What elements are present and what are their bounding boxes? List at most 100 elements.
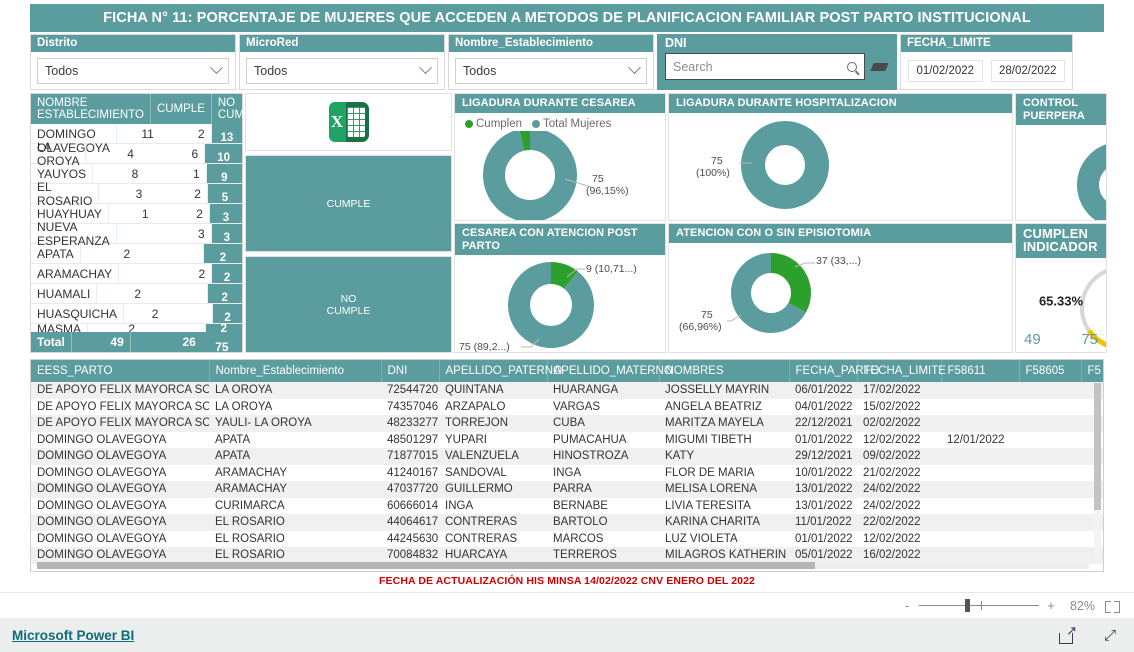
table-row[interactable]: DE APOYO FELIX MAYORCA SOTO YAULI- LA OR…	[31, 415, 1103, 432]
col-f5[interactable]: F5	[1081, 360, 1103, 382]
table-row[interactable]: DOMINGO OLAVEGOYA EL ROSARIO 44064617 CO…	[31, 514, 1103, 531]
date-from-input[interactable]: 01/02/2022	[908, 59, 983, 82]
col-nombres[interactable]: NOMBRES	[659, 360, 790, 382]
col-fecha-parto[interactable]: FECHA_PARTO	[789, 360, 879, 382]
visual-ligadura-hospitalizacion-body: 75 (100%)	[669, 113, 1012, 221]
col-dni[interactable]: DNI	[381, 360, 440, 382]
matrix-col-nombre[interactable]: NOMBRE ESTABLECIMIENTO	[31, 94, 150, 124]
cell-cumple: 2	[88, 324, 141, 332]
table-row[interactable]: DOMINGO OLAVEGOYA APATA 71877015 VALENZU…	[31, 448, 1103, 465]
dni-search-input[interactable]: Search	[665, 53, 865, 80]
cell-cumple	[116, 224, 160, 243]
col-apellido-paterno[interactable]: APELLIDO_PATERNO	[439, 360, 562, 382]
col-apellido-materno[interactable]: APELLIDO_MATERNO	[547, 360, 673, 382]
establecimiento-dropdown[interactable]: Todos	[455, 57, 647, 84]
zoom-slider-thumb[interactable]	[965, 599, 970, 612]
cell-nombre: LA OROYA	[31, 140, 87, 168]
detail-table[interactable]: EESS_PARTO Nombre_Establecimiento DNI AP…	[30, 359, 1104, 572]
table-row[interactable]: DOMINGO OLAVEGOYA EL ROSARIO 44245630 CO…	[31, 530, 1103, 547]
slicer-establecimiento[interactable]: Nombre_Establecimiento Todos	[448, 34, 654, 90]
zoom-slider[interactable]	[919, 599, 1039, 612]
cell-no-cumple: 2	[148, 184, 208, 203]
distrito-value: Todos	[45, 63, 79, 78]
distrito-dropdown[interactable]: Todos	[37, 57, 229, 84]
visual-cumplen-indicador[interactable]: CUMPLEN INDICADOR 65.33% 49 75	[1015, 223, 1107, 353]
col-fecha-limite[interactable]: FECHA_LIMITE	[857, 360, 946, 382]
cell-no-cumple	[147, 284, 208, 303]
donut-chart-ligadura-cesarea: 75 (96,15%)	[455, 113, 665, 220]
table-row[interactable]: DOMINGO OLAVEGOYA APATA 48501297 YUPARI …	[31, 431, 1103, 448]
matrix-col-cumple[interactable]: CUMPLE	[149, 94, 211, 124]
cell-nombres: MIGUMI TIBETH	[665, 433, 752, 446]
cell-nombres: MARITZA MAYELA	[665, 417, 764, 430]
microred-dropdown[interactable]: Todos	[246, 57, 438, 84]
donut-label-value: 75	[711, 154, 723, 167]
power-bi-brand-link[interactable]: Microsoft Power BI	[12, 628, 134, 643]
filter-button-cumple[interactable]: CUMPLE	[245, 155, 452, 252]
cell-no-cumple: 6	[139, 144, 206, 163]
table-row[interactable]: MASMA 2 2	[31, 324, 242, 332]
table-row[interactable]: LA OROYA 4 6 10	[31, 140, 242, 168]
visual-ligadura-hospitalizacion[interactable]: LIGADURA DURANTE HOSPITALIZACION 75 (100…	[668, 93, 1013, 221]
cell-dni: 44245630	[387, 532, 439, 545]
cell-nombre: APATA	[31, 244, 81, 263]
table-row[interactable]: EL ROSARIO 3 2 5	[31, 180, 242, 208]
date-to-input[interactable]: 28/02/2022	[990, 59, 1065, 82]
filter-button-no-cumple-line1: NO	[340, 292, 357, 305]
cell-no-cumple: 2	[159, 124, 212, 143]
slicer-fecha-limite[interactable]: FECHA_LIMITE 01/02/2022 28/02/2022	[900, 34, 1073, 90]
cell-materno: PUMACAHUA	[553, 433, 627, 446]
slicer-distrito[interactable]: Distrito Todos	[30, 34, 236, 90]
app-bar: Microsoft Power BI ⤢	[0, 618, 1134, 652]
visual-control-puerpera-body: 1 (1,32%) 75 (98,68%)	[1016, 125, 1106, 220]
visual-cesarea-post-parto-title: CESAREA CON ATENCION POST PARTO	[455, 224, 665, 255]
power-bi-report-window: FICHA N° 11: PORCENTAJE DE MUJERES QUE A…	[0, 0, 1134, 652]
eraser-icon[interactable]	[872, 60, 889, 74]
donut-label-total-percent: (66,96%)	[679, 320, 722, 333]
cell-dni: 44064617	[387, 516, 439, 529]
visual-atencion-episiotomia-body: 37 (33,...) 75 (66,96%)	[669, 243, 1012, 353]
col-nombre-establecimiento[interactable]: Nombre_Establecimiento	[209, 360, 382, 382]
table-row[interactable]: NUEVA ESPERANZA 3 3	[31, 220, 242, 248]
table-row[interactable]: DE APOYO FELIX MAYORCA SOTO LA OROYA 725…	[31, 382, 1103, 399]
fullscreen-icon[interactable]: ⤢	[1104, 627, 1116, 644]
cell-nombres: MELISA LORENA	[665, 483, 758, 496]
table-row[interactable]: DOMINGO OLAVEGOYA ARAMACHAY 41240167 SAN…	[31, 464, 1103, 481]
cell-no-cumple: 3	[159, 224, 212, 243]
cell-cumple: 2	[97, 284, 147, 303]
detail-table-vertical-scrollbar[interactable]	[1094, 383, 1101, 559]
table-row[interactable]: DOMINGO OLAVEGOYA ARAMACHAY 47037720 GUI…	[31, 481, 1103, 498]
export-excel-button[interactable]: X	[245, 93, 452, 151]
table-row[interactable]: HUASQUICHA 2 2	[31, 304, 242, 324]
donut-chart-ligadura-hospitalizacion: 75 (100%)	[669, 113, 1012, 221]
col-f58605[interactable]: F58605	[1019, 360, 1082, 382]
table-row[interactable]: DE APOYO FELIX MAYORCA SOTO LA OROYA 743…	[31, 398, 1103, 415]
detail-table-horizontal-scrollbar[interactable]	[37, 562, 1089, 569]
visual-atencion-episiotomia[interactable]: ATENCION CON O SIN EPISIOTOMIA 37 (33,..…	[668, 223, 1013, 353]
visual-control-puerpera[interactable]: CONTROL PUERPERA 1 (1,32%) 75 (98,68	[1015, 93, 1107, 221]
fit-to-page-icon[interactable]	[1105, 600, 1120, 613]
donut-chart-atencion-episiotomia: 37 (33,...) 75 (66,96%)	[669, 243, 1012, 353]
visual-ligadura-cesarea-title: LIGADURA DURANTE CESAREA	[455, 94, 665, 113]
table-row[interactable]: APATA 2 2	[31, 244, 242, 264]
visual-ligadura-cesarea[interactable]: LIGADURA DURANTE CESAREA Cumplen Total M…	[454, 93, 666, 221]
establecimiento-matrix[interactable]: NOMBRE ESTABLECIMIENTO CUMPLE NO CUMPLE …	[30, 93, 304, 353]
slicer-dni[interactable]: DNI Search	[657, 34, 897, 90]
cell-eess: DOMINGO OLAVEGOYA	[37, 450, 167, 463]
cell-f58605	[1019, 498, 1081, 515]
zoom-in-button[interactable]: +	[1046, 598, 1056, 613]
col-eess-parto[interactable]: EESS_PARTO	[31, 360, 210, 382]
table-row[interactable]: HUAMALI 2 2	[31, 284, 242, 304]
cell-materno: HINOSTROZA	[553, 450, 629, 463]
visual-cesarea-post-parto[interactable]: CESAREA CON ATENCION POST PARTO 9 (10,71…	[454, 223, 666, 353]
filter-button-no-cumple[interactable]: NO CUMPLE	[245, 256, 452, 353]
cell-nombres: JOSSELLY MAYRIN	[665, 384, 770, 397]
zoom-out-button[interactable]: -	[902, 598, 912, 613]
slicer-microred[interactable]: MicroRed Todos	[239, 34, 445, 90]
dni-search-placeholder: Search	[673, 59, 713, 74]
table-row[interactable]: ARAMACHAY 2 2	[31, 264, 242, 284]
table-row[interactable]: DOMINGO OLAVEGOYA CURIMARCA 60666014 ING…	[31, 497, 1103, 515]
col-f58611[interactable]: F58611	[941, 360, 1020, 382]
visual-cesarea-post-parto-body: 9 (10,71...) 75 (89,2...)	[455, 255, 665, 352]
share-icon[interactable]	[1058, 623, 1077, 644]
